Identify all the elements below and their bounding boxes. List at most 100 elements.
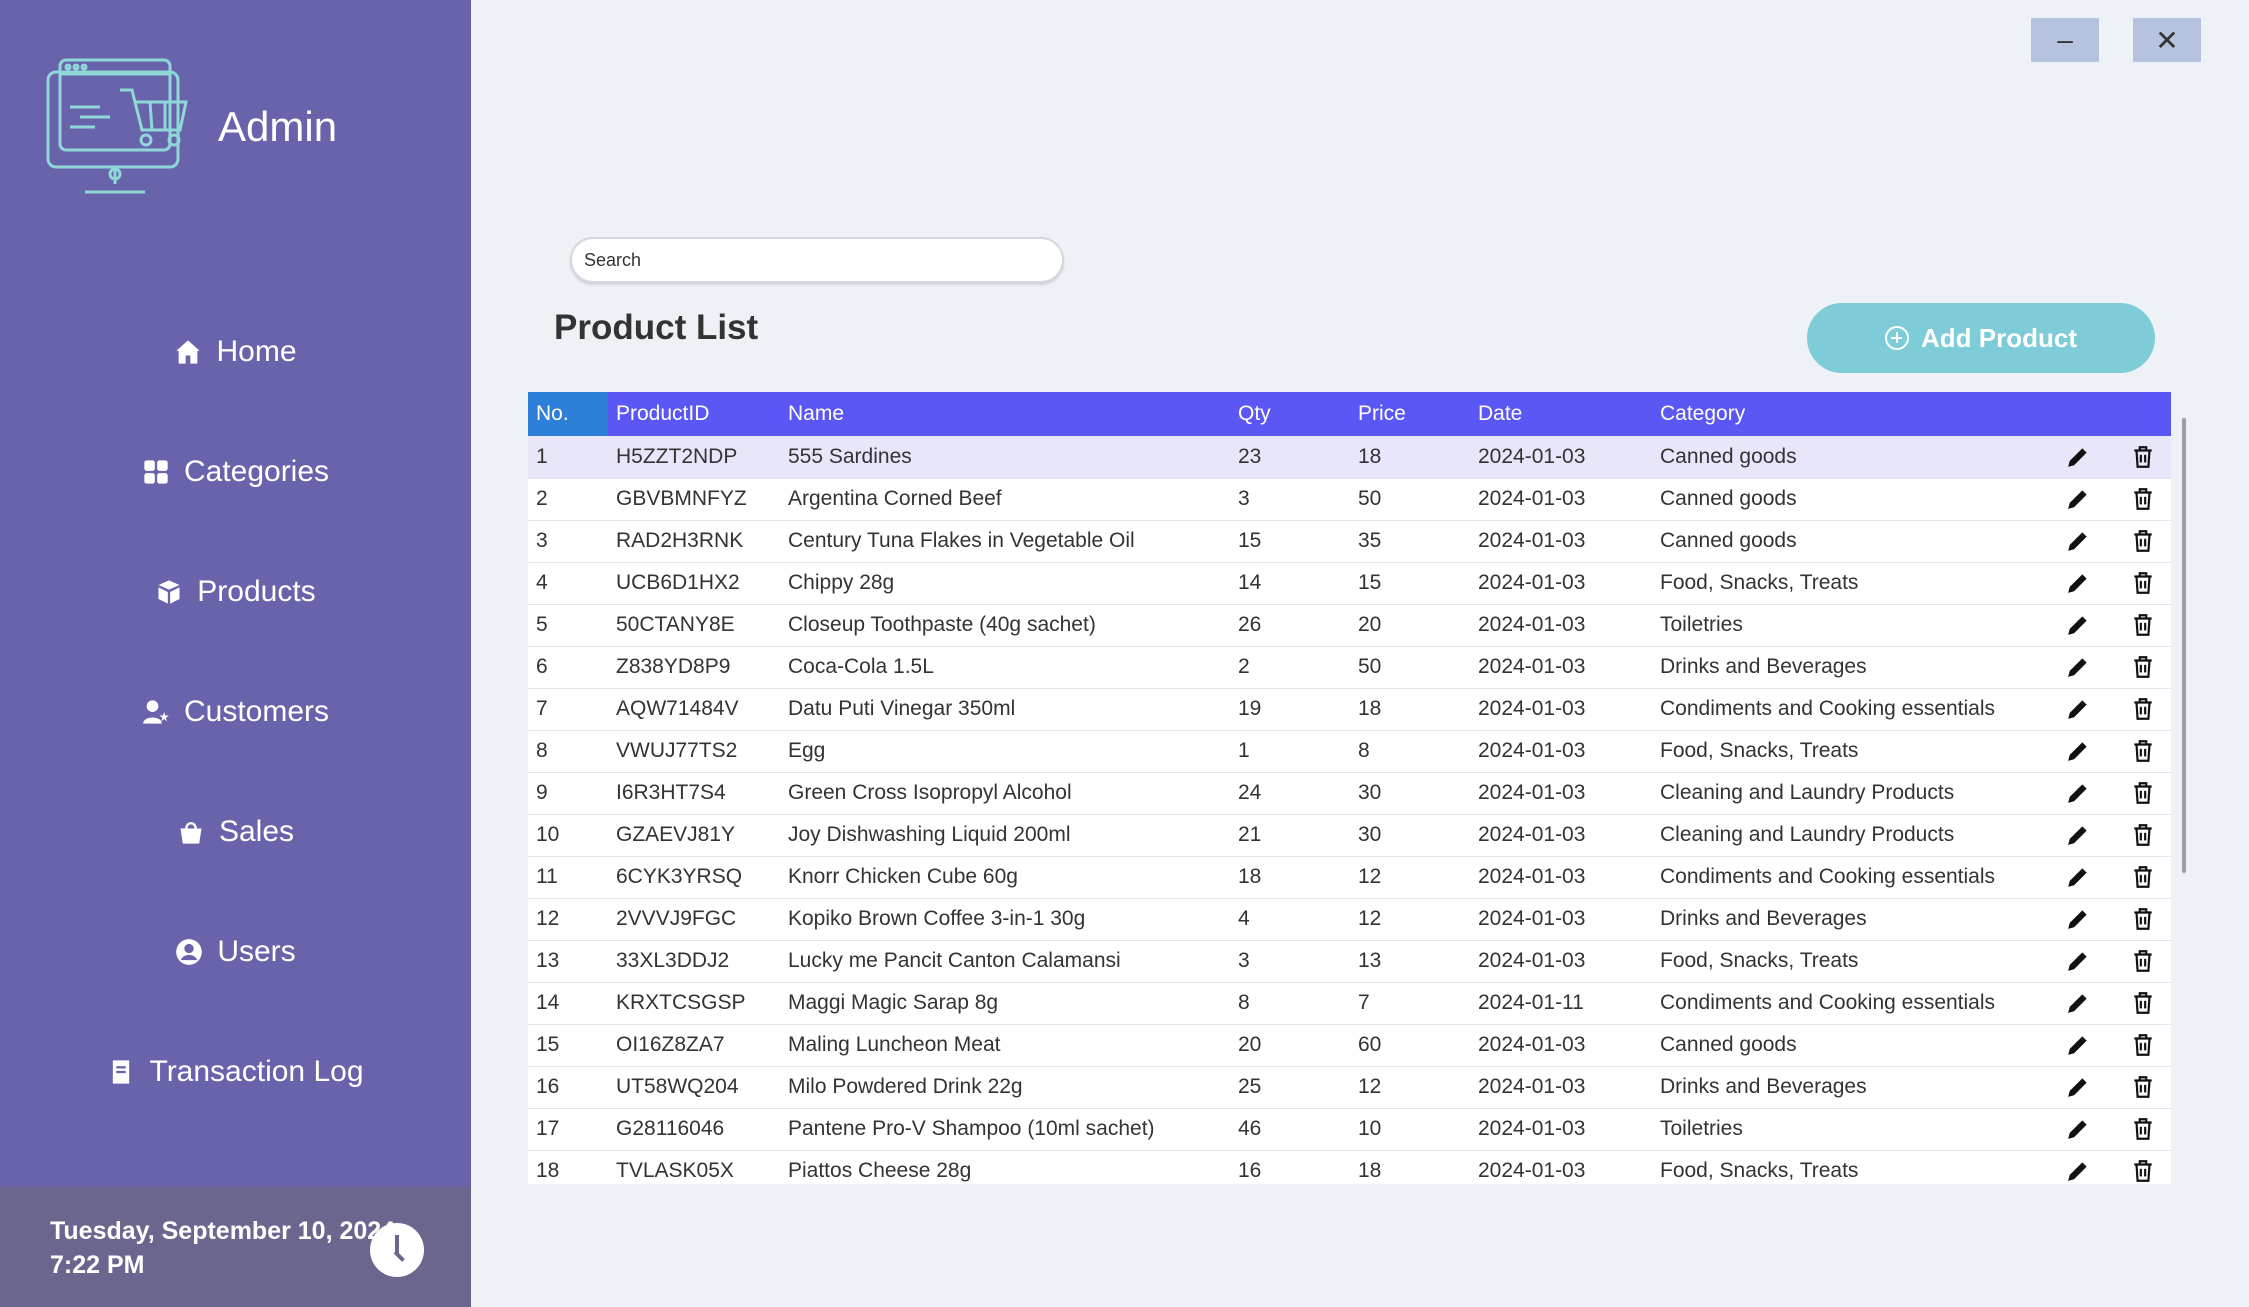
delete-button[interactable]: [2116, 898, 2171, 940]
edit-button[interactable]: [2041, 520, 2116, 562]
edit-button[interactable]: [2041, 604, 2116, 646]
edit-pencil-icon: [2068, 868, 2087, 887]
sidebar-item-home[interactable]: Home: [0, 292, 471, 412]
trash-icon: [2134, 782, 2152, 804]
customers-icon: [143, 700, 169, 724]
cell-qty: 26: [1238, 613, 1262, 636]
table-row[interactable]: 8 VWUJ77TS2 Egg 1 8 2024-01-03 Food, Snacks, T…: [528, 730, 2171, 772]
table-row[interactable]: 10 GZAEVJ81Y Joy Dishwashing Liquid 200ml 2…: [528, 814, 2171, 856]
edit-button[interactable]: [2041, 646, 2116, 688]
delete-button[interactable]: [2116, 940, 2171, 982]
table-row[interactable]: 16 UT58WQ204 Milo Powdered Drink 22g 25 12 20…: [528, 1066, 2171, 1108]
column-header-category[interactable]: Category: [1652, 392, 2041, 436]
sidebar-item-products[interactable]: Products: [0, 532, 471, 652]
cell-date: 2024-01-03: [1478, 1075, 1586, 1098]
delete-button[interactable]: [2116, 520, 2171, 562]
cell-name: 555 Sardines: [788, 444, 912, 468]
cell-name: Closeup Toothpaste (40g sachet): [788, 613, 1096, 636]
delete-button[interactable]: [2116, 562, 2171, 604]
edit-button[interactable]: [2041, 1066, 2116, 1108]
delete-button[interactable]: [2116, 1066, 2171, 1108]
cell-no: 2: [536, 487, 548, 510]
cell-productid: UT58WQ204: [616, 1075, 739, 1098]
delete-button[interactable]: [2116, 688, 2171, 730]
delete-button[interactable]: [2116, 814, 2171, 856]
sidebar-item-transaction-log[interactable]: Transaction Log: [0, 1012, 471, 1132]
table-row[interactable]: 2 GBVBMNFYZ Argentina Corned Beef 3 50 2024-0…: [528, 478, 2171, 520]
column-header-no[interactable]: No.: [528, 392, 608, 436]
table-row[interactable]: 14 KRXTCSGSP Maggi Magic Sarap 8g 8 7 2024-01…: [528, 982, 2171, 1024]
edit-button[interactable]: [2041, 982, 2116, 1024]
delete-button[interactable]: [2116, 856, 2171, 898]
minimize-button[interactable]: –: [2031, 18, 2099, 62]
table-row[interactable]: 1 H5ZZT2NDP 555 Sardines 23 18 2024-01-03 Cann…: [528, 436, 2171, 478]
close-button[interactable]: ✕: [2133, 18, 2201, 62]
table-row[interactable]: 17 G28116046 Pantene Pro-V Shampoo (10ml s…: [528, 1108, 2171, 1150]
cell-name: Pantene Pro-V Shampoo (10ml sachet): [788, 1117, 1155, 1140]
delete-button[interactable]: [2116, 604, 2171, 646]
column-header-productid[interactable]: ProductID: [608, 392, 780, 436]
edit-button[interactable]: [2041, 772, 2116, 814]
table-row[interactable]: 3 RAD2H3RNK Century Tuna Flakes in Vegetab…: [528, 520, 2171, 562]
edit-pencil-icon: [2068, 700, 2087, 719]
cell-date: 2024-01-03: [1478, 1117, 1586, 1140]
trash-icon: [2134, 614, 2152, 636]
table-row[interactable]: 13 33XL3DDJ2 Lucky me Pancit Canton Calama…: [528, 940, 2171, 982]
delete-button[interactable]: [2116, 772, 2171, 814]
edit-button[interactable]: [2041, 940, 2116, 982]
table-row[interactable]: 9 I6R3HT7S4 Green Cross Isopropyl Alcohol 2…: [528, 772, 2171, 814]
delete-button[interactable]: [2116, 1150, 2171, 1184]
delete-button[interactable]: [2116, 646, 2171, 688]
cell-qty: 3: [1238, 949, 1250, 972]
cell-no: 14: [536, 991, 560, 1014]
sidebar-item-users[interactable]: Users: [0, 892, 471, 1012]
edit-button[interactable]: [2041, 1108, 2116, 1150]
edit-pencil-icon: [2068, 1120, 2087, 1139]
table-row[interactable]: 4 UCB6D1HX2 Chippy 28g 14 15 2024-01-03 Food, …: [528, 562, 2171, 604]
cell-name: Joy Dishwashing Liquid 200ml: [788, 823, 1071, 846]
delete-button[interactable]: [2116, 1024, 2171, 1066]
cell-category: Food, Snacks, Treats: [1660, 949, 1859, 972]
column-header-price[interactable]: Price: [1350, 392, 1470, 436]
table-row[interactable]: 15 OI16Z8ZA7 Maling Luncheon Meat 20 60 2024-…: [528, 1024, 2171, 1066]
edit-button[interactable]: [2041, 730, 2116, 772]
table-row[interactable]: 7 AQW71484V Datu Puti Vinegar 350ml 19 18 202…: [528, 688, 2171, 730]
edit-pencil-icon: [2068, 1078, 2087, 1097]
cell-qty: 3: [1238, 487, 1250, 510]
cell-qty: 8: [1238, 991, 1250, 1014]
edit-button[interactable]: [2041, 1150, 2116, 1184]
table-row[interactable]: 18 TVLASK05X Piattos Cheese 28g 16 18 2024-01…: [528, 1150, 2171, 1184]
table-scrollbar[interactable]: [2182, 418, 2186, 873]
table-row[interactable]: 11 6CYK3YRSQ Knorr Chicken Cube 60g 18 12 202…: [528, 856, 2171, 898]
cell-qty: 20: [1238, 1033, 1262, 1056]
delete-button[interactable]: [2116, 436, 2171, 478]
sidebar-item-label: Customers: [183, 695, 330, 728]
column-header-name[interactable]: Name: [780, 392, 1230, 436]
edit-button[interactable]: [2041, 814, 2116, 856]
edit-button[interactable]: [2041, 436, 2116, 478]
add-product-button[interactable]: Add Product: [1807, 303, 2155, 373]
sidebar-item-customers[interactable]: Customers: [0, 652, 471, 772]
edit-pencil-icon: [2068, 574, 2087, 593]
table-row[interactable]: 12 2VVVJ9FGC Kopiko Brown Coffee 3-in-1 30…: [528, 898, 2171, 940]
sidebar-item-categories[interactable]: Categories: [0, 412, 471, 532]
delete-button[interactable]: [2116, 982, 2171, 1024]
column-header-qty[interactable]: Qty: [1230, 392, 1350, 436]
delete-button[interactable]: [2116, 1108, 2171, 1150]
sidebar-item-sales[interactable]: Sales: [0, 772, 471, 892]
edit-button[interactable]: [2041, 898, 2116, 940]
table-row[interactable]: 5 50CTANY8E Closeup Toothpaste (40g sachet…: [528, 604, 2171, 646]
delete-button[interactable]: [2116, 730, 2171, 772]
edit-button[interactable]: [2041, 478, 2116, 520]
cell-price: 7: [1358, 991, 1370, 1014]
edit-button[interactable]: [2041, 562, 2116, 604]
edit-button[interactable]: [2041, 1024, 2116, 1066]
column-header-date[interactable]: Date: [1470, 392, 1652, 436]
cell-no: 3: [536, 529, 548, 552]
edit-pencil-icon: [2068, 658, 2087, 677]
edit-button[interactable]: [2041, 856, 2116, 898]
table-row[interactable]: 6 Z838YD8P9 Coca-Cola 1.5L 2 50 2024-01-03 Dri…: [528, 646, 2171, 688]
search-input[interactable]: [570, 237, 1064, 283]
delete-button[interactable]: [2116, 478, 2171, 520]
edit-button[interactable]: [2041, 688, 2116, 730]
